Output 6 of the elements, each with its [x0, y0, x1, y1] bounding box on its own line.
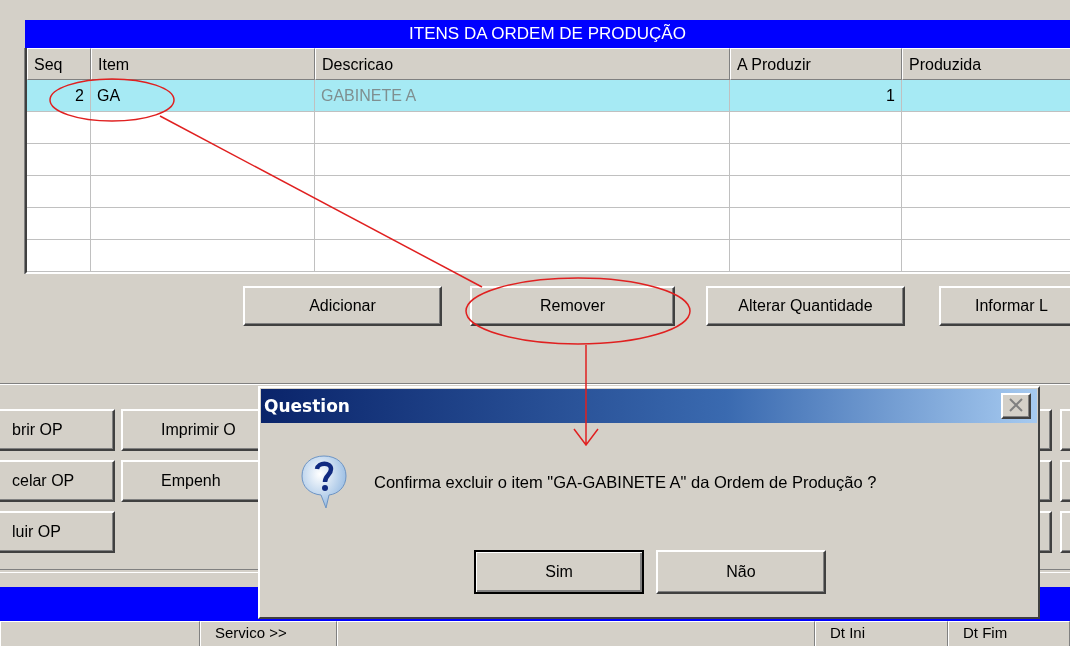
table-cell: GABINETE A	[315, 80, 730, 112]
table-cell: 2	[27, 80, 91, 112]
table-cell: GA	[91, 80, 315, 112]
table-title: ITENS DA ORDEM DE PRODUÇÃO	[25, 20, 1070, 48]
table-cell: 1	[730, 80, 902, 112]
dialog-message: Confirma excluir o item "GA-GABINETE A" da Ordem de Produção ?	[374, 472, 877, 492]
